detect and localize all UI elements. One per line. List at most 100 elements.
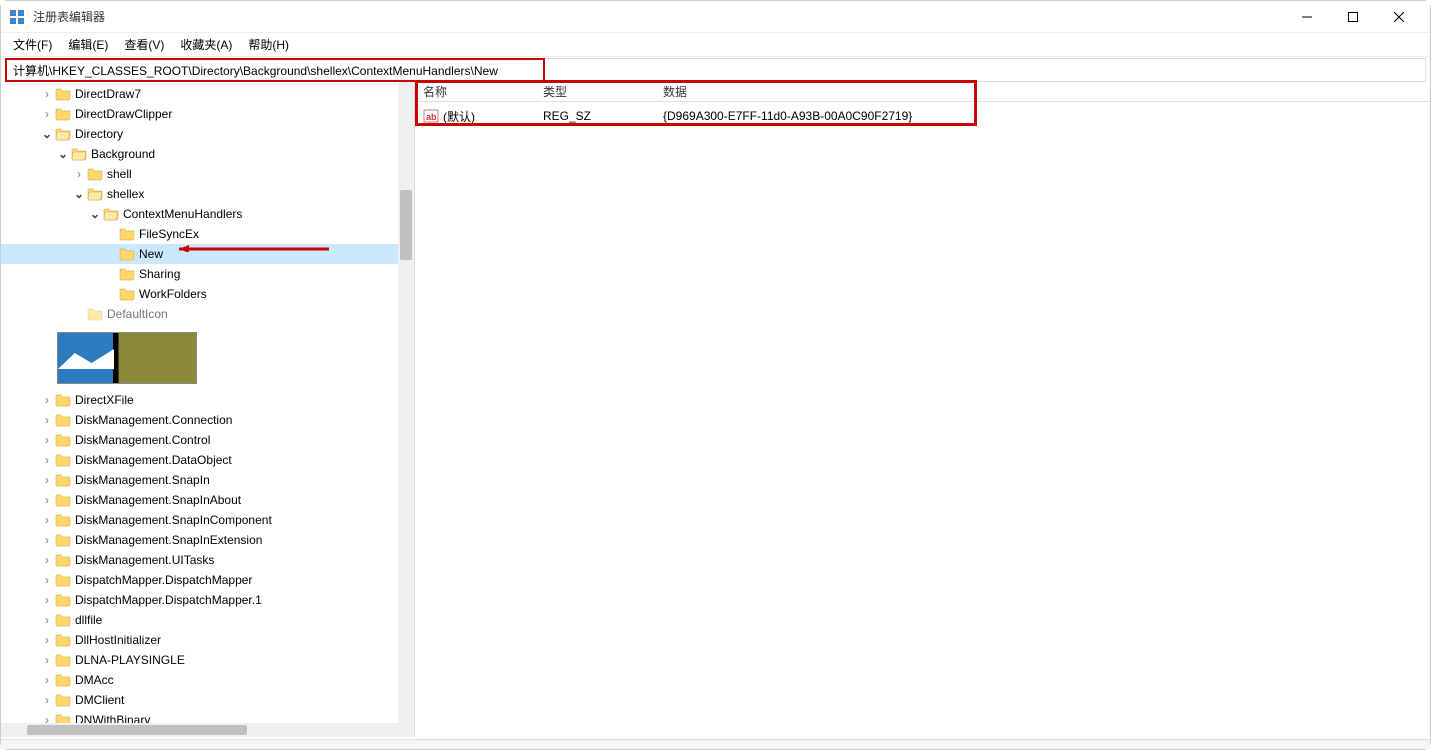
- tree-item[interactable]: ›DiskManagement.SnapInExtension: [1, 530, 398, 550]
- close-button[interactable]: [1376, 1, 1422, 33]
- tree-item[interactable]: ›DispatchMapper.DispatchMapper.1: [1, 590, 398, 610]
- tree-item[interactable]: ⌄Directory: [1, 124, 398, 144]
- folder-icon: [55, 552, 71, 568]
- column-data[interactable]: 数据: [655, 83, 1430, 100]
- value-type: REG_SZ: [535, 109, 655, 123]
- chevron-down-icon[interactable]: ⌄: [41, 128, 53, 140]
- chevron-right-icon[interactable]: ›: [41, 108, 53, 120]
- tree-item[interactable]: DefaultIcon: [1, 304, 398, 324]
- tree-item-label: DiskManagement.UITasks: [75, 553, 214, 567]
- tree-item-label: DllHostInitializer: [75, 633, 161, 647]
- tree-item[interactable]: ›DirectDraw7: [1, 84, 398, 104]
- window-controls: [1284, 1, 1422, 33]
- tree-vertical-scrollbar[interactable]: [398, 82, 414, 737]
- value-name: (默认): [443, 108, 475, 125]
- column-name[interactable]: 名称: [415, 83, 535, 100]
- tree-item[interactable]: › DirectDrawClipper: [1, 104, 398, 124]
- chevron-right-icon[interactable]: ›: [41, 514, 53, 526]
- tree-scroll: ›DirectDraw7›DirectDrawClipper⌄Directory…: [1, 82, 398, 737]
- chevron-right-icon[interactable]: ›: [41, 694, 53, 706]
- tree-item[interactable]: ⌄shellex: [1, 184, 398, 204]
- chevron-right-icon[interactable]: ›: [41, 534, 53, 546]
- chevron-right-icon[interactable]: ›: [41, 674, 53, 686]
- tree-item[interactable]: › DllHostInitializer: [1, 630, 398, 650]
- value-row[interactable]: ab (默认) REG_SZ {D969A300-E7FF-11d0-A93B-…: [415, 106, 1430, 126]
- address-bar[interactable]: 计算机\HKEY_CLASSES_ROOT\Directory\Backgrou…: [5, 58, 545, 82]
- folder-icon: [55, 572, 71, 588]
- folder-icon: [55, 632, 71, 648]
- tree-item[interactable]: ›dllfile: [1, 610, 398, 630]
- tree-item[interactable]: ⌄ Background: [1, 144, 398, 164]
- tree-item[interactable]: › DiskManagement.UITasks: [1, 550, 398, 570]
- chevron-right-icon[interactable]: ›: [41, 414, 53, 426]
- menu-help[interactable]: 帮助(H): [240, 34, 297, 55]
- tree-item[interactable]: FileSyncEx: [1, 224, 398, 244]
- tree-item-label: shell: [107, 167, 132, 181]
- tree-item[interactable]: New: [1, 244, 398, 264]
- tree-item[interactable]: ›DiskManagement.Control: [1, 430, 398, 450]
- tree-item-label: New: [139, 247, 163, 261]
- tree-item-label: DiskManagement.Connection: [75, 413, 232, 427]
- tree-item-label: DiskManagement.SnapInAbout: [75, 493, 241, 507]
- tree-item[interactable]: ⌄ContextMenuHandlers: [1, 204, 398, 224]
- tree-item-label: DirectDrawClipper: [75, 107, 172, 121]
- folder-icon: [119, 286, 135, 302]
- chevron-right-icon[interactable]: ›: [41, 494, 53, 506]
- chevron-right-icon[interactable]: ›: [41, 654, 53, 666]
- tree-item[interactable]: › DMAcc: [1, 670, 398, 690]
- chevron-right-icon[interactable]: ›: [41, 474, 53, 486]
- tree-item[interactable]: ›DMClient: [1, 690, 398, 710]
- address-path: 计算机\HKEY_CLASSES_ROOT\Directory\Backgrou…: [13, 62, 498, 79]
- chevron-right-icon[interactable]: ›: [41, 574, 53, 586]
- chevron-down-icon[interactable]: ⌄: [57, 148, 69, 160]
- folder-icon: [87, 186, 103, 202]
- tree-item[interactable]: Sharing: [1, 264, 398, 284]
- folder-icon: [55, 432, 71, 448]
- chevron-down-icon[interactable]: ⌄: [89, 208, 101, 220]
- svg-text:ab: ab: [426, 112, 437, 122]
- chevron-right-icon[interactable]: ›: [73, 168, 85, 180]
- column-type[interactable]: 类型: [535, 83, 655, 100]
- chevron-right-icon[interactable]: ›: [41, 88, 53, 100]
- tree-pane: ›DirectDraw7›DirectDrawClipper⌄Directory…: [1, 82, 415, 737]
- tree-item[interactable]: WorkFolders: [1, 284, 398, 304]
- address-bar-extension[interactable]: [545, 58, 1426, 82]
- folder-icon: [119, 246, 135, 262]
- chevron-down-icon[interactable]: ⌄: [73, 188, 85, 200]
- tree-item[interactable]: › shell: [1, 164, 398, 184]
- value-data: {D969A300-E7FF-11d0-A93B-00A0C90F2719}: [655, 109, 1430, 123]
- chevron-right-icon[interactable]: ›: [41, 454, 53, 466]
- tree-item[interactable]: ›DispatchMapper.DispatchMapper: [1, 570, 398, 590]
- minimize-button[interactable]: [1284, 1, 1330, 33]
- chevron-right-icon[interactable]: ›: [41, 394, 53, 406]
- maximize-button[interactable]: [1330, 1, 1376, 33]
- tree-horizontal-scrollbar[interactable]: [1, 723, 398, 737]
- chevron-right-icon[interactable]: ›: [41, 594, 53, 606]
- chevron-right-icon[interactable]: ›: [41, 554, 53, 566]
- tree-item[interactable]: ›DLNA-PLAYSINGLE: [1, 650, 398, 670]
- chevron-right-icon[interactable]: ›: [41, 634, 53, 646]
- tree-item[interactable]: › DiskManagement.SnapIn: [1, 470, 398, 490]
- tree: ›DirectDraw7›DirectDrawClipper⌄Directory…: [1, 82, 398, 324]
- menu-favorites[interactable]: 收藏夹(A): [172, 34, 240, 55]
- tree-item[interactable]: › DiskManagement.Connection: [1, 410, 398, 430]
- tree-item[interactable]: ›DiskManagement.DataObject: [1, 450, 398, 470]
- tree-item-label: DiskManagement.SnapIn: [75, 473, 210, 487]
- details-pane: 名称 类型 数据 ab (默认) REG_SZ {D969A300-E7FF-1…: [415, 82, 1430, 737]
- menu-edit[interactable]: 编辑(E): [60, 34, 116, 55]
- folder-icon: [87, 306, 103, 322]
- columns-header: 名称 类型 数据: [415, 82, 1430, 102]
- tree-item[interactable]: ›DiskManagement.SnapInComponent: [1, 510, 398, 530]
- scrollbar-thumb[interactable]: [400, 190, 412, 260]
- folder-icon: [55, 492, 71, 508]
- tree-item[interactable]: ›DirectXFile: [1, 390, 398, 410]
- scrollbar-thumb[interactable]: [27, 725, 247, 735]
- tree-item-label: WorkFolders: [139, 287, 207, 301]
- menu-view[interactable]: 查看(V): [116, 34, 172, 55]
- tree-item-label: Background: [91, 147, 155, 161]
- menu-file[interactable]: 文件(F): [5, 34, 60, 55]
- chevron-right-icon[interactable]: ›: [41, 614, 53, 626]
- tree-item-label: DMAcc: [75, 673, 114, 687]
- chevron-right-icon[interactable]: ›: [41, 434, 53, 446]
- tree-item[interactable]: › DiskManagement.SnapInAbout: [1, 490, 398, 510]
